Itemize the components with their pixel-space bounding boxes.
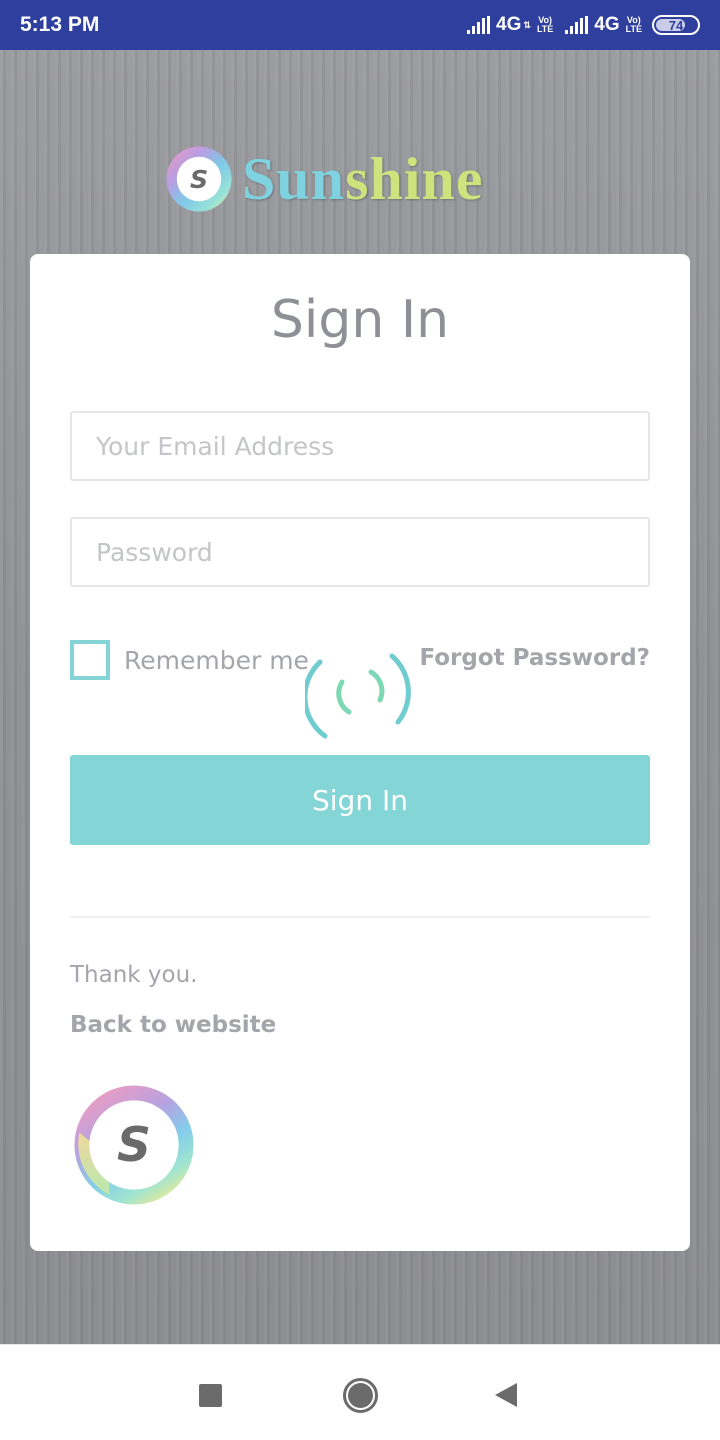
svg-text:S: S bbox=[190, 165, 208, 194]
remember-me[interactable]: Remember me bbox=[70, 640, 309, 680]
recents-icon bbox=[198, 1383, 222, 1407]
home-button[interactable] bbox=[338, 1373, 382, 1417]
network-type-2: 4G bbox=[594, 14, 620, 35]
battery-icon: 74 bbox=[652, 15, 700, 35]
volte-icon: Vo) LTE bbox=[536, 15, 554, 34]
recents-button[interactable] bbox=[188, 1373, 232, 1417]
password-input[interactable] bbox=[70, 517, 650, 587]
page-title: Sign In bbox=[270, 290, 450, 350]
remember-label: Remember me bbox=[124, 645, 309, 675]
status-icons: 4G ⇅ Vo) LTE 4G Vo) LTE 74 bbox=[467, 14, 700, 36]
home-icon bbox=[342, 1377, 378, 1413]
back-to-website-link[interactable]: Back to website bbox=[70, 1012, 276, 1038]
back-button[interactable] bbox=[484, 1373, 528, 1417]
status-time: 5:13 PM bbox=[20, 13, 100, 36]
network-type-1: 4G bbox=[496, 14, 522, 35]
status-bar: 5:13 PM 4G ⇅ Vo) LTE 4G Vo) LTE 74 bbox=[0, 0, 720, 50]
data-arrows-icon: ⇅ bbox=[523, 19, 531, 30]
email-input[interactable] bbox=[70, 411, 650, 481]
back-icon bbox=[495, 1383, 517, 1407]
signal-icon bbox=[467, 16, 491, 34]
battery-level: 74 bbox=[668, 17, 684, 33]
signin-button[interactable]: Sign In bbox=[70, 755, 650, 845]
thanks-text: Thank you. bbox=[70, 962, 198, 988]
sunshine-logo-icon: S bbox=[166, 146, 232, 212]
system-nav-bar bbox=[0, 1344, 720, 1440]
remember-checkbox[interactable] bbox=[70, 640, 110, 680]
forgot-password-link[interactable]: Forgot Password? bbox=[419, 645, 650, 671]
loading-spinner-icon bbox=[305, 653, 411, 739]
signal-icon-2 bbox=[565, 16, 589, 34]
footer-logo-icon: S bbox=[74, 1085, 194, 1205]
brand-header: S Sunshine bbox=[162, 142, 484, 216]
brand-name: Sunshine bbox=[242, 145, 484, 212]
volte-icon-2: Vo) LTE bbox=[625, 15, 642, 34]
svg-text:S: S bbox=[117, 1118, 151, 1173]
divider bbox=[70, 916, 650, 918]
